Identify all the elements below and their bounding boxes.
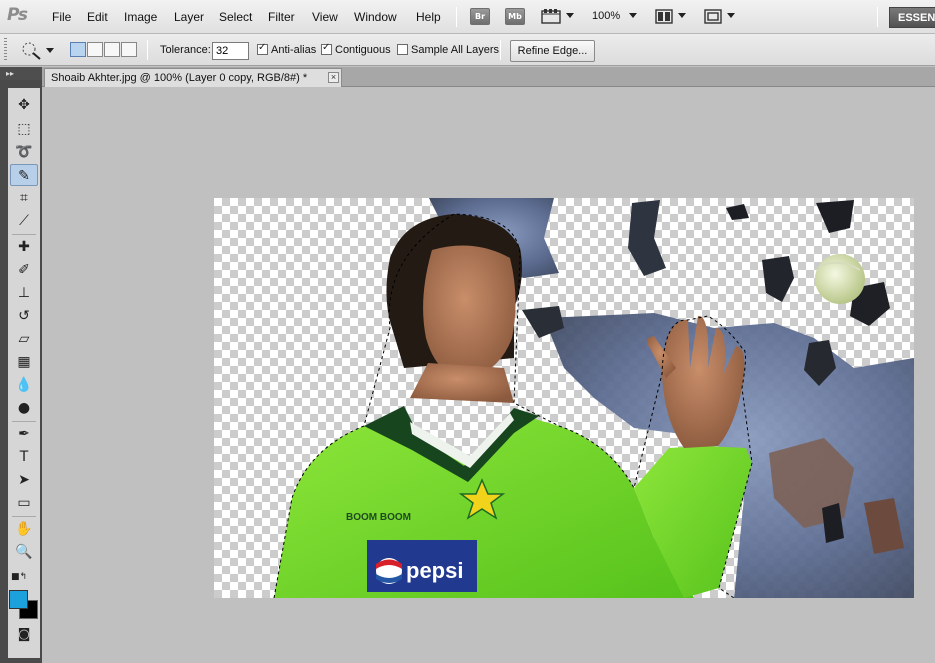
quick-mask-icon[interactable]: ◙ bbox=[10, 624, 38, 646]
blur-tool-icon[interactable]: 💧 bbox=[10, 374, 38, 396]
document-workspace: pepsi BOOM BOOM bbox=[42, 87, 935, 663]
move-tool-icon[interactable]: ✥ bbox=[10, 94, 38, 116]
image-canvas[interactable]: pepsi BOOM BOOM bbox=[214, 198, 914, 598]
document-tab-title: Shoaib Akhter.jpg @ 100% (Layer 0 copy, … bbox=[51, 72, 308, 84]
menu-file[interactable]: File bbox=[52, 10, 71, 24]
add-to-selection-button[interactable] bbox=[87, 42, 103, 57]
gradient-tool-icon[interactable]: ▦ bbox=[10, 351, 38, 373]
menu-separator bbox=[456, 7, 457, 27]
collapse-panel-icon[interactable]: ▸▸ bbox=[0, 67, 42, 81]
close-icon[interactable]: × bbox=[328, 72, 339, 83]
type-tool-icon[interactable]: T bbox=[10, 446, 38, 468]
player-neck bbox=[410, 363, 514, 403]
options-bar: Tolerance: Anti-alias Contiguous Sample … bbox=[0, 34, 935, 66]
document-tab-bar: ▸▸ Shoaib Akhter.jpg @ 100% (Layer 0 cop… bbox=[0, 67, 935, 87]
tool-separator bbox=[12, 421, 36, 422]
intersect-selection-button[interactable] bbox=[121, 42, 137, 57]
menu-help[interactable]: Help bbox=[416, 10, 441, 24]
photoshop-logo: Ps bbox=[7, 5, 28, 25]
options-separator bbox=[500, 40, 501, 60]
dark-fragment bbox=[726, 204, 749, 220]
default-colors-icon[interactable]: ■↰ bbox=[10, 566, 38, 588]
sponsor-text: pepsi bbox=[406, 558, 463, 583]
menu-filter[interactable]: Filter bbox=[268, 10, 295, 24]
lasso-tool-icon[interactable]: ➰ bbox=[10, 141, 38, 163]
dark-fragment bbox=[816, 200, 854, 233]
menu-edit[interactable]: Edit bbox=[87, 10, 108, 24]
contiguous-checkbox[interactable] bbox=[321, 42, 332, 55]
zoom-tool-icon[interactable]: 🔍 bbox=[10, 541, 38, 563]
new-selection-button[interactable] bbox=[70, 42, 86, 57]
player-face bbox=[423, 245, 516, 380]
chevron-down-icon[interactable] bbox=[46, 48, 54, 53]
tolerance-label: Tolerance: bbox=[160, 44, 211, 56]
healing-brush-tool-icon[interactable]: ✚ bbox=[10, 236, 38, 258]
cricket-ball bbox=[815, 254, 865, 304]
menu-select[interactable]: Select bbox=[219, 10, 252, 24]
sample-all-layers-label: Sample All Layers bbox=[411, 44, 500, 56]
document-tab[interactable]: Shoaib Akhter.jpg @ 100% (Layer 0 copy, … bbox=[44, 68, 342, 87]
contiguous-label: Contiguous bbox=[335, 44, 391, 56]
crop-tool-icon[interactable]: ⌗ bbox=[10, 187, 38, 209]
options-separator bbox=[147, 40, 148, 60]
bridge-button[interactable]: Br bbox=[470, 8, 490, 25]
menu-separator bbox=[877, 7, 878, 27]
options-bar-grip[interactable] bbox=[4, 38, 7, 62]
anti-alias-checkbox[interactable] bbox=[257, 42, 268, 55]
anti-alias-label: Anti-alias bbox=[271, 44, 317, 56]
dark-fragment bbox=[628, 200, 666, 276]
shape-tool-icon[interactable]: ▭ bbox=[10, 492, 38, 514]
tolerance-input[interactable] bbox=[212, 42, 249, 60]
chevron-down-icon[interactable] bbox=[629, 13, 637, 18]
jersey-chest-text: BOOM BOOM bbox=[346, 512, 411, 523]
view-extras-icon[interactable] bbox=[541, 9, 561, 24]
refine-edge-button[interactable]: Refine Edge... bbox=[510, 40, 595, 62]
foreground-color-swatch[interactable] bbox=[9, 590, 28, 609]
subtract-from-selection-button[interactable] bbox=[104, 42, 120, 57]
menu-window[interactable]: Window bbox=[354, 10, 397, 24]
eraser-tool-icon[interactable]: ▱ bbox=[10, 328, 38, 350]
eyedropper-tool-icon[interactable]: ⟋ bbox=[10, 210, 38, 232]
menu-bar: Ps File Edit Image Layer Select Filter V… bbox=[0, 0, 935, 34]
tool-separator bbox=[12, 516, 36, 517]
history-brush-tool-icon[interactable]: ↺ bbox=[10, 305, 38, 327]
sample-all-layers-checkbox[interactable] bbox=[397, 44, 408, 55]
menu-view[interactable]: View bbox=[312, 10, 338, 24]
pen-tool-icon[interactable]: ✒ bbox=[10, 423, 38, 445]
chevron-down-icon[interactable] bbox=[727, 13, 735, 18]
tools-panel: ✥ ⬚ ➰ ✎ ⌗ ⟋ ✚ ✐ ⊥ ↺ ▱ ▦ 💧 ● ✒ T ➤ ▭ ✋ 🔍 … bbox=[0, 80, 42, 663]
brush-tool-icon[interactable]: ✐ bbox=[10, 259, 38, 281]
canvas-artwork: pepsi BOOM BOOM bbox=[273, 198, 914, 598]
dodge-tool-icon[interactable]: ● bbox=[10, 397, 38, 419]
clone-stamp-tool-icon[interactable]: ⊥ bbox=[10, 282, 38, 304]
quick-selection-preset-icon[interactable] bbox=[20, 40, 42, 60]
screen-mode-icon[interactable] bbox=[704, 9, 722, 24]
arrange-documents-icon[interactable] bbox=[655, 9, 673, 24]
menu-layer[interactable]: Layer bbox=[174, 10, 204, 24]
workspace-switcher[interactable]: ESSENTIALS bbox=[889, 7, 935, 28]
menu-image[interactable]: Image bbox=[124, 10, 157, 24]
quick-selection-tool-icon[interactable]: ✎ bbox=[10, 164, 38, 186]
tool-separator bbox=[12, 234, 36, 235]
hand-tool-icon[interactable]: ✋ bbox=[10, 518, 38, 540]
marquee-tool-icon[interactable]: ⬚ bbox=[10, 118, 38, 140]
mini-bridge-button[interactable]: Mb bbox=[505, 8, 525, 25]
chevron-down-icon[interactable] bbox=[678, 13, 686, 18]
path-selection-tool-icon[interactable]: ➤ bbox=[10, 469, 38, 491]
chevron-down-icon[interactable] bbox=[566, 13, 574, 18]
dark-fragment bbox=[762, 256, 794, 302]
zoom-level[interactable]: 100% bbox=[592, 10, 620, 22]
